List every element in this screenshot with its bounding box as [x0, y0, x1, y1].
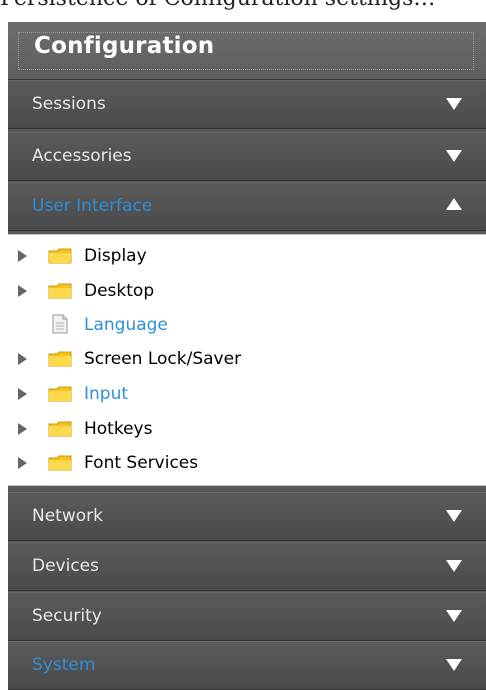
section-user-interface[interactable]: User Interface	[8, 182, 486, 231]
tree-item-input[interactable]: Input	[8, 377, 486, 411]
section-sessions[interactable]: Sessions	[8, 80, 486, 129]
folder-icon	[48, 248, 72, 264]
section-label: Devices	[32, 556, 99, 576]
folder-icon	[48, 386, 72, 402]
folder-icon	[48, 283, 72, 299]
section-label: Security	[32, 606, 102, 626]
tree-item-desktop[interactable]: Desktop	[8, 274, 486, 308]
chevron-up-icon	[446, 198, 462, 210]
chevron-down-icon	[446, 150, 462, 162]
section-label: Accessories	[32, 146, 132, 166]
tree-item-label: Desktop	[84, 281, 155, 301]
section-accessories[interactable]: Accessories	[8, 132, 486, 181]
triangle-right-icon[interactable]	[18, 353, 27, 365]
section-devices[interactable]: Devices	[8, 542, 486, 591]
page-caption: Persistence of Configuration settings…	[0, 0, 435, 11]
chevron-down-icon	[446, 610, 462, 622]
user-interface-tree: Display Desktop Language Screen Lock/Sav…	[8, 234, 486, 486]
tree-item-label: Screen Lock/Saver	[84, 349, 242, 369]
configuration-panel: Configuration Sessions Accessories User …	[8, 22, 486, 690]
tree-item-hotkeys[interactable]: Hotkeys	[8, 412, 486, 446]
triangle-right-icon[interactable]	[18, 285, 27, 297]
tree-item-language[interactable]: Language	[8, 308, 486, 342]
section-label: System	[32, 655, 96, 675]
tree-item-label: Display	[84, 246, 147, 266]
section-label: Sessions	[32, 94, 106, 114]
section-label: User Interface	[32, 196, 153, 216]
section-security[interactable]: Security	[8, 592, 486, 641]
tree-item-label: Hotkeys	[84, 419, 153, 439]
triangle-right-icon[interactable]	[18, 388, 27, 400]
section-system[interactable]: System	[8, 641, 486, 690]
tree-item-label: Input	[84, 384, 129, 404]
panel-header: Configuration	[8, 22, 486, 80]
triangle-right-icon[interactable]	[18, 250, 27, 262]
tree-item-screen-lock-saver[interactable]: Screen Lock/Saver	[8, 342, 486, 376]
triangle-right-icon[interactable]	[18, 457, 27, 469]
triangle-right-icon[interactable]	[18, 423, 27, 435]
section-label: Network	[32, 506, 103, 526]
panel-title: Configuration	[34, 33, 215, 59]
folder-icon	[48, 455, 72, 471]
chevron-down-icon	[446, 659, 462, 671]
chevron-down-icon	[446, 98, 462, 110]
tree-item-label: Font Services	[84, 453, 199, 473]
document-icon	[52, 314, 68, 334]
folder-icon	[48, 351, 72, 367]
chevron-down-icon	[446, 510, 462, 522]
folder-icon	[48, 421, 72, 437]
tree-item-font-services[interactable]: Font Services	[8, 446, 486, 480]
section-network[interactable]: Network	[8, 492, 486, 541]
chevron-down-icon	[446, 560, 462, 572]
tree-item-display[interactable]: Display	[8, 239, 486, 273]
tree-item-label: Language	[84, 315, 168, 335]
